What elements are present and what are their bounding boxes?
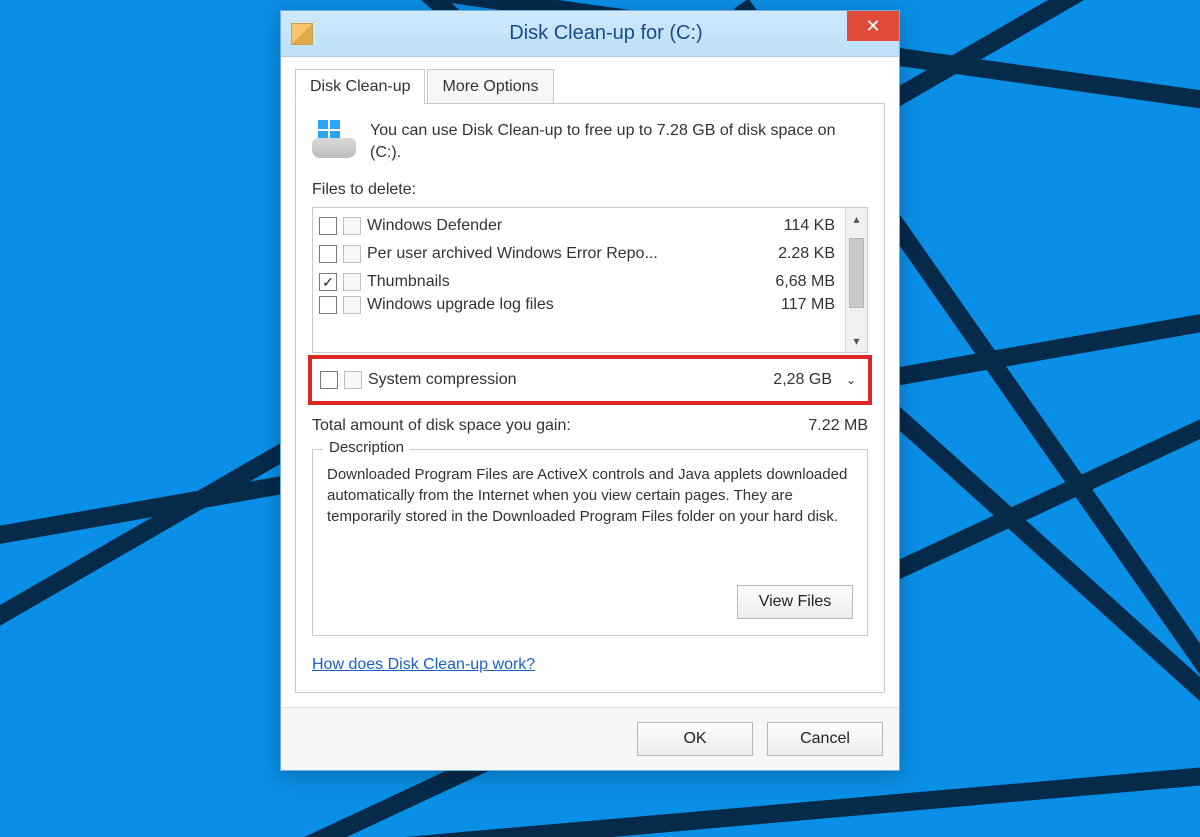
file-row-windows-defender[interactable]: Windows Defender 114 KB [319, 212, 839, 240]
close-button[interactable]: ✕ [847, 11, 899, 41]
scroll-up-icon[interactable]: ▴ [846, 208, 867, 230]
checkbox[interactable]: ✓ [319, 273, 337, 291]
file-row-thumbnails[interactable]: ✓ Thumbnails 6,68 MB [319, 268, 839, 296]
file-size: 2.28 KB [749, 245, 839, 263]
ok-button[interactable]: OK [637, 722, 753, 756]
total-space-label: Total amount of disk space you gain: [312, 417, 571, 435]
file-size: 114 KB [749, 217, 839, 235]
file-size: 117 MB [749, 296, 839, 314]
file-list-viewport: Windows Defender 114 KB Per user archive… [313, 208, 845, 352]
total-space-value: 7.22 MB [808, 417, 868, 435]
disk-cleanup-icon [291, 23, 313, 45]
intro: You can use Disk Clean-up to free up to … [312, 120, 868, 163]
highlighted-system-compression: System compression 2,28 GB ⌄ [308, 355, 872, 405]
file-icon [344, 371, 362, 389]
file-name: Per user archived Windows Error Repo... [367, 245, 743, 263]
desktop: Disk Clean-up for (C:) ✕ Disk Clean-up M… [0, 0, 1200, 837]
file-name: Thumbnails [367, 273, 743, 291]
file-list: Windows Defender 114 KB Per user archive… [312, 207, 868, 353]
cleanup-icon [312, 120, 356, 160]
scrollbar[interactable]: ▴ ▾ [845, 208, 867, 352]
tab-disk-cleanup[interactable]: Disk Clean-up [295, 69, 425, 104]
window-title: Disk Clean-up for (C:) [313, 22, 899, 45]
description-group: Description Downloaded Program Files are… [312, 449, 868, 636]
description-legend: Description [323, 439, 410, 456]
scroll-track[interactable] [846, 230, 867, 330]
file-icon [343, 273, 361, 291]
file-size: 6,68 MB [749, 273, 839, 291]
file-row-system-compression[interactable]: System compression 2,28 GB ⌄ [320, 365, 860, 395]
file-size: 2,28 GB [746, 371, 836, 389]
help-link[interactable]: How does Disk Clean-up work? [312, 656, 535, 674]
total-space-row: Total amount of disk space you gain: 7.2… [312, 417, 868, 435]
description-text: Downloaded Program Files are ActiveX con… [327, 464, 853, 527]
view-files-button[interactable]: View Files [737, 585, 853, 619]
tab-more-options[interactable]: More Options [427, 69, 553, 104]
file-row-upgrade-logs[interactable]: Windows upgrade log files 117 MB [319, 296, 839, 314]
scroll-thumb[interactable] [849, 238, 864, 308]
disk-cleanup-window: Disk Clean-up for (C:) ✕ Disk Clean-up M… [280, 10, 900, 771]
dialog-button-bar: OK Cancel [281, 707, 899, 770]
checkbox[interactable] [319, 217, 337, 235]
titlebar[interactable]: Disk Clean-up for (C:) ✕ [281, 11, 899, 57]
file-row-error-reports[interactable]: Per user archived Windows Error Repo... … [319, 240, 839, 268]
window-body: Disk Clean-up More Options You can use D… [281, 57, 899, 707]
checkbox[interactable] [320, 371, 338, 389]
checkbox[interactable] [319, 296, 337, 314]
intro-text: You can use Disk Clean-up to free up to … [370, 120, 868, 163]
file-icon [343, 245, 361, 263]
chevron-down-icon[interactable]: ⌄ [842, 373, 860, 387]
file-name: Windows upgrade log files [367, 296, 743, 314]
file-icon [343, 217, 361, 235]
tab-panel-cleanup: You can use Disk Clean-up to free up to … [295, 103, 885, 693]
cancel-button[interactable]: Cancel [767, 722, 883, 756]
scroll-down-icon[interactable]: ▾ [846, 330, 867, 352]
file-name: Windows Defender [367, 217, 743, 235]
tabs: Disk Clean-up More Options [295, 69, 885, 104]
files-to-delete-label: Files to delete: [312, 181, 868, 199]
checkbox[interactable] [319, 245, 337, 263]
file-icon [343, 296, 361, 314]
file-name: System compression [368, 371, 740, 389]
